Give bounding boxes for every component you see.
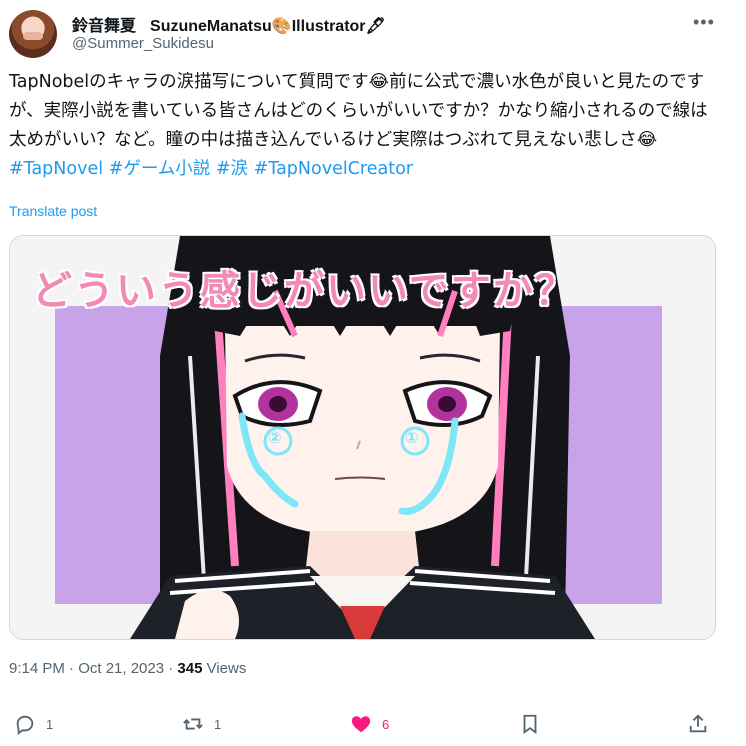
tweet-meta: 9:14 PM · Oct 21, 2023 · 345 Views: [9, 660, 246, 677]
tear-mark-2: ②: [268, 430, 282, 447]
heart-icon: [351, 716, 371, 733]
alt-display-name[interactable]: SuzuneManatsu🎨Illustrator🖋: [150, 18, 386, 35]
repost-count: 1: [214, 716, 222, 732]
tweet-text: TapNobelのキャラの涙描写について質問です😂前に公式で濃い水色が良いと見た…: [9, 68, 709, 184]
author-name-row[interactable]: 鈴音舞夏 SuzuneManatsu🎨Illustrator🖋: [72, 12, 386, 36]
like-button[interactable]: 6: [350, 704, 389, 744]
hashtag-game-novel[interactable]: #ゲーム小説: [109, 159, 211, 179]
tweet-timestamp[interactable]: 9:14 PM · Oct 21, 2023 ·: [9, 660, 177, 677]
share-icon: [689, 714, 707, 733]
views-count: 345: [177, 660, 203, 677]
image-caption: どういう感じがいいですか？: [32, 268, 577, 314]
like-count: 6: [382, 716, 390, 732]
reply-icon: [16, 715, 34, 735]
repost-icon: [183, 718, 203, 730]
tweet-image[interactable]: どういう感じがいいですか？ ② ①: [9, 235, 716, 640]
bookmark-icon: [523, 714, 537, 735]
action-bar: 1 1 6: [0, 704, 746, 744]
bookmark-button[interactable]: [519, 704, 541, 744]
reply-button[interactable]: 1: [14, 704, 53, 744]
display-name[interactable]: 鈴音舞夏: [72, 18, 136, 35]
share-button[interactable]: [687, 704, 709, 744]
tweet-body: TapNobelのキャラの涙描写について質問です😂前に公式で濃い水色が良いと見た…: [9, 72, 708, 150]
hashtag-tapnovel[interactable]: #TapNovel: [9, 159, 103, 179]
repost-button[interactable]: 1: [182, 704, 221, 744]
author-handle[interactable]: @Summer_Sukidesu: [72, 35, 214, 52]
avatar[interactable]: [9, 10, 57, 58]
translate-post-link[interactable]: Translate post: [9, 203, 97, 219]
tear-mark-1: ①: [405, 430, 419, 447]
more-options-icon[interactable]: •••: [693, 12, 715, 33]
hashtag-tapnovelcreator[interactable]: #TapNovelCreator: [254, 159, 413, 179]
hashtag-tears[interactable]: #涙: [216, 159, 248, 179]
reply-count: 1: [46, 716, 54, 732]
views-label: Views: [202, 660, 247, 677]
